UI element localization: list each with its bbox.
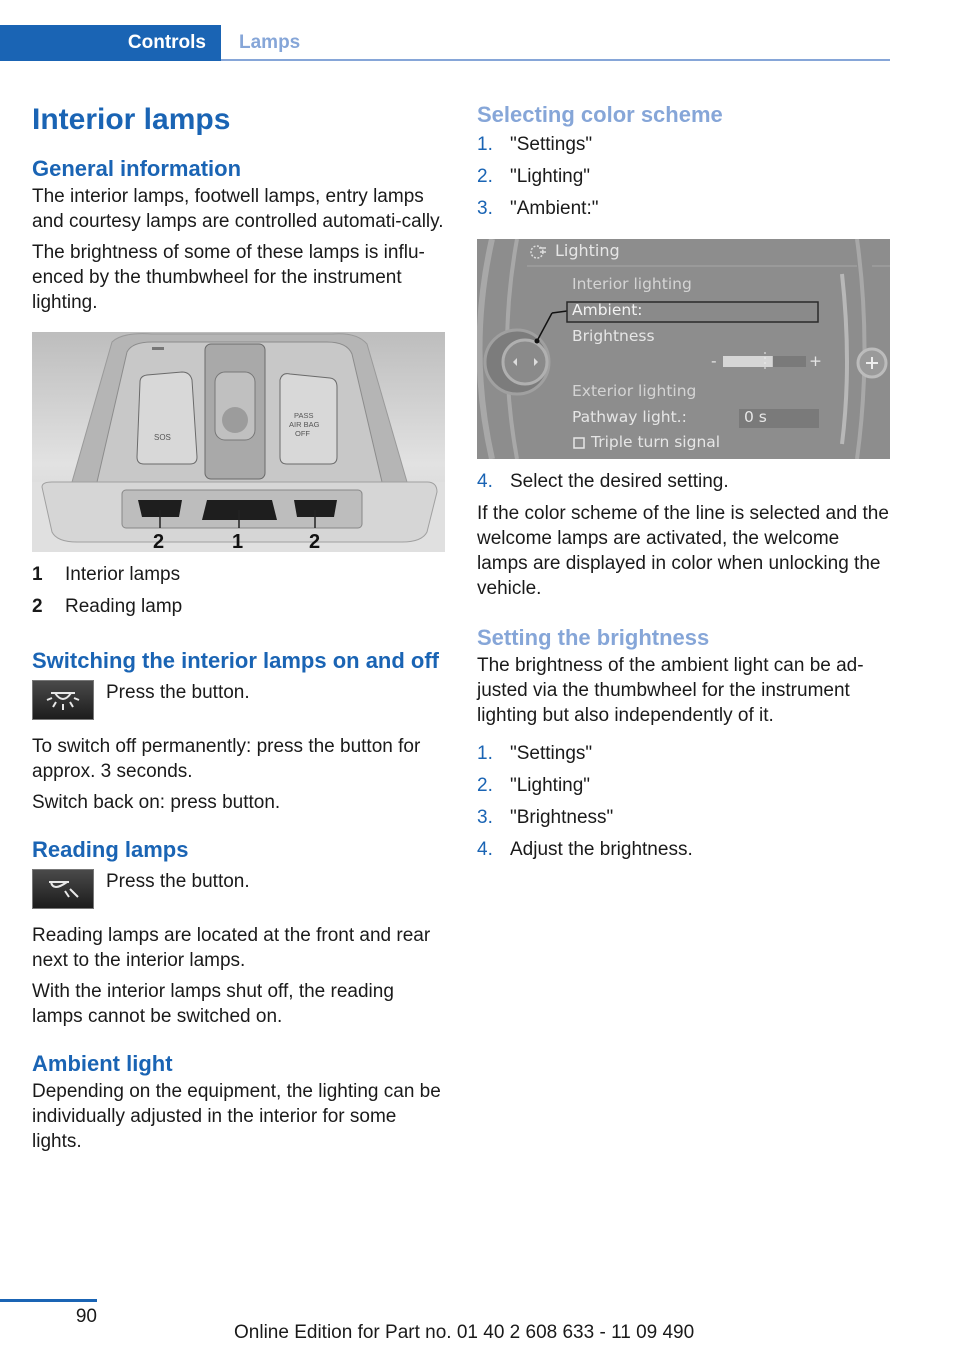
brightness-heading: Setting the brightness xyxy=(477,625,710,650)
left-column: Interior lamps General information The i… xyxy=(32,100,446,1154)
screen-interior-lighting: Interior lighting xyxy=(572,275,692,293)
footer-edition: Online Edition for Part no. 01 40 2 608 … xyxy=(234,1322,695,1343)
general-info-p1: The interior lamps, footwell lamps, entr… xyxy=(32,186,444,232)
header-divider xyxy=(221,59,890,61)
interior-press-text: Press the button. xyxy=(106,682,250,703)
step-item: 2. "Lighting" xyxy=(477,164,891,196)
reading-p1: Reading lamps are located at the front a… xyxy=(32,925,431,971)
callout-center: 1 xyxy=(232,531,243,552)
screen-brightness-item[interactable]: Brightness xyxy=(572,327,655,345)
ambient-p1: Depending on the equipment, the lighting… xyxy=(32,1081,441,1152)
page-number: 90 xyxy=(75,1306,97,1327)
step-item: 4. Select the desired setting. xyxy=(477,469,891,501)
screen-exterior-lighting: Exterior lighting xyxy=(572,382,697,400)
callout-left: 2 xyxy=(153,531,164,552)
legend-item: 1 Interior lamps xyxy=(32,562,446,594)
header-section-title: Controls xyxy=(127,32,206,53)
switching-heading: Switching the interior lamps on and off xyxy=(32,648,440,673)
brightness-p1: The brightness of the ambient light can … xyxy=(477,655,864,726)
step-num: 1. xyxy=(477,134,493,155)
general-info-p2: The brightness of some of these lamps is… xyxy=(32,242,425,313)
reading-p2: With the interior lamps shut off, the re… xyxy=(32,981,394,1027)
sos-label: SOS xyxy=(154,433,171,442)
step-num: 2. xyxy=(477,166,493,187)
step-text: "Settings" xyxy=(510,743,593,764)
reading-lamp-icon xyxy=(32,869,94,909)
reading-press-text: Press the button. xyxy=(106,871,250,892)
screen-ambient-item[interactable]: Ambient: xyxy=(572,301,643,319)
airbag-label-1: PASS xyxy=(294,411,313,420)
legend-item: 2 Reading lamp xyxy=(32,594,446,626)
switching-p1: To switch off permanently: press the but… xyxy=(32,736,421,782)
step-num: 4. xyxy=(477,839,493,860)
step-item: 1. "Settings" xyxy=(477,741,891,773)
step-item: 2. "Lighting" xyxy=(477,773,891,805)
legend-num: 2 xyxy=(32,596,43,617)
step-num: 4. xyxy=(477,471,493,492)
step-num: 3. xyxy=(477,807,493,828)
screen-triple-turn-item[interactable]: Triple turn signal xyxy=(591,433,720,451)
screen-pathway-item[interactable]: Pathway light.: xyxy=(572,408,687,426)
airbag-label-3: OFF xyxy=(295,429,310,438)
legend-text: Interior lamps xyxy=(65,564,181,585)
interior-lamp-button-row: Press the button. xyxy=(32,680,446,720)
step-text: "Lighting" xyxy=(510,775,591,796)
reading-lamp-button-row: Press the button. xyxy=(32,869,446,909)
legend-num: 1 xyxy=(32,564,43,585)
header-subsection-title: Lamps xyxy=(239,32,301,53)
step-num: 3. xyxy=(477,198,493,219)
step-item: 4. Adjust the brightness. xyxy=(477,837,891,869)
step-text: Select the desired setting. xyxy=(510,471,729,492)
color-scheme-heading: Selecting color scheme xyxy=(477,102,723,127)
step-text: Adjust the brightness. xyxy=(510,839,693,860)
step-item: 3. "Brightness" xyxy=(477,805,891,837)
general-info-heading: General information xyxy=(32,156,242,181)
callout-right: 2 xyxy=(309,531,320,552)
switching-p2: Switch back on: press button. xyxy=(32,792,281,813)
color-scheme-p1: If the color scheme of the line is selec… xyxy=(477,503,889,599)
step-text: "Brightness" xyxy=(510,807,614,828)
step-item: 3. "Ambient:" xyxy=(477,196,891,228)
step-item: 1. "Settings" xyxy=(477,132,891,164)
step-num: 2. xyxy=(477,775,493,796)
interior-lamp-icon xyxy=(32,680,94,720)
brightness-minus: - xyxy=(711,352,717,370)
page-title: Interior lamps xyxy=(32,103,231,136)
step-text: "Ambient:" xyxy=(510,198,599,219)
ambient-heading: Ambient light xyxy=(32,1051,173,1076)
reading-heading: Reading lamps xyxy=(32,837,189,862)
right-column: Selecting color scheme 1. "Settings" 2. "L… xyxy=(477,100,891,869)
screen-title: Lighting xyxy=(555,241,620,260)
footer-divider xyxy=(0,1299,97,1302)
brightness-plus: + xyxy=(809,352,822,370)
pathway-value: 0 s xyxy=(744,408,767,426)
step-text: "Settings" xyxy=(510,134,593,155)
step-text: "Lighting" xyxy=(510,166,591,187)
airbag-label-2: AIR BAG xyxy=(289,420,320,429)
step-num: 1. xyxy=(477,743,493,764)
idrive-lighting-screen: Lighting Interior lighting Ambient: Brig… xyxy=(477,239,890,459)
legend-text: Reading lamp xyxy=(65,596,183,617)
overhead-console-photo: SOS PASS AIR BAG OFF 2 1 2 xyxy=(32,332,445,552)
